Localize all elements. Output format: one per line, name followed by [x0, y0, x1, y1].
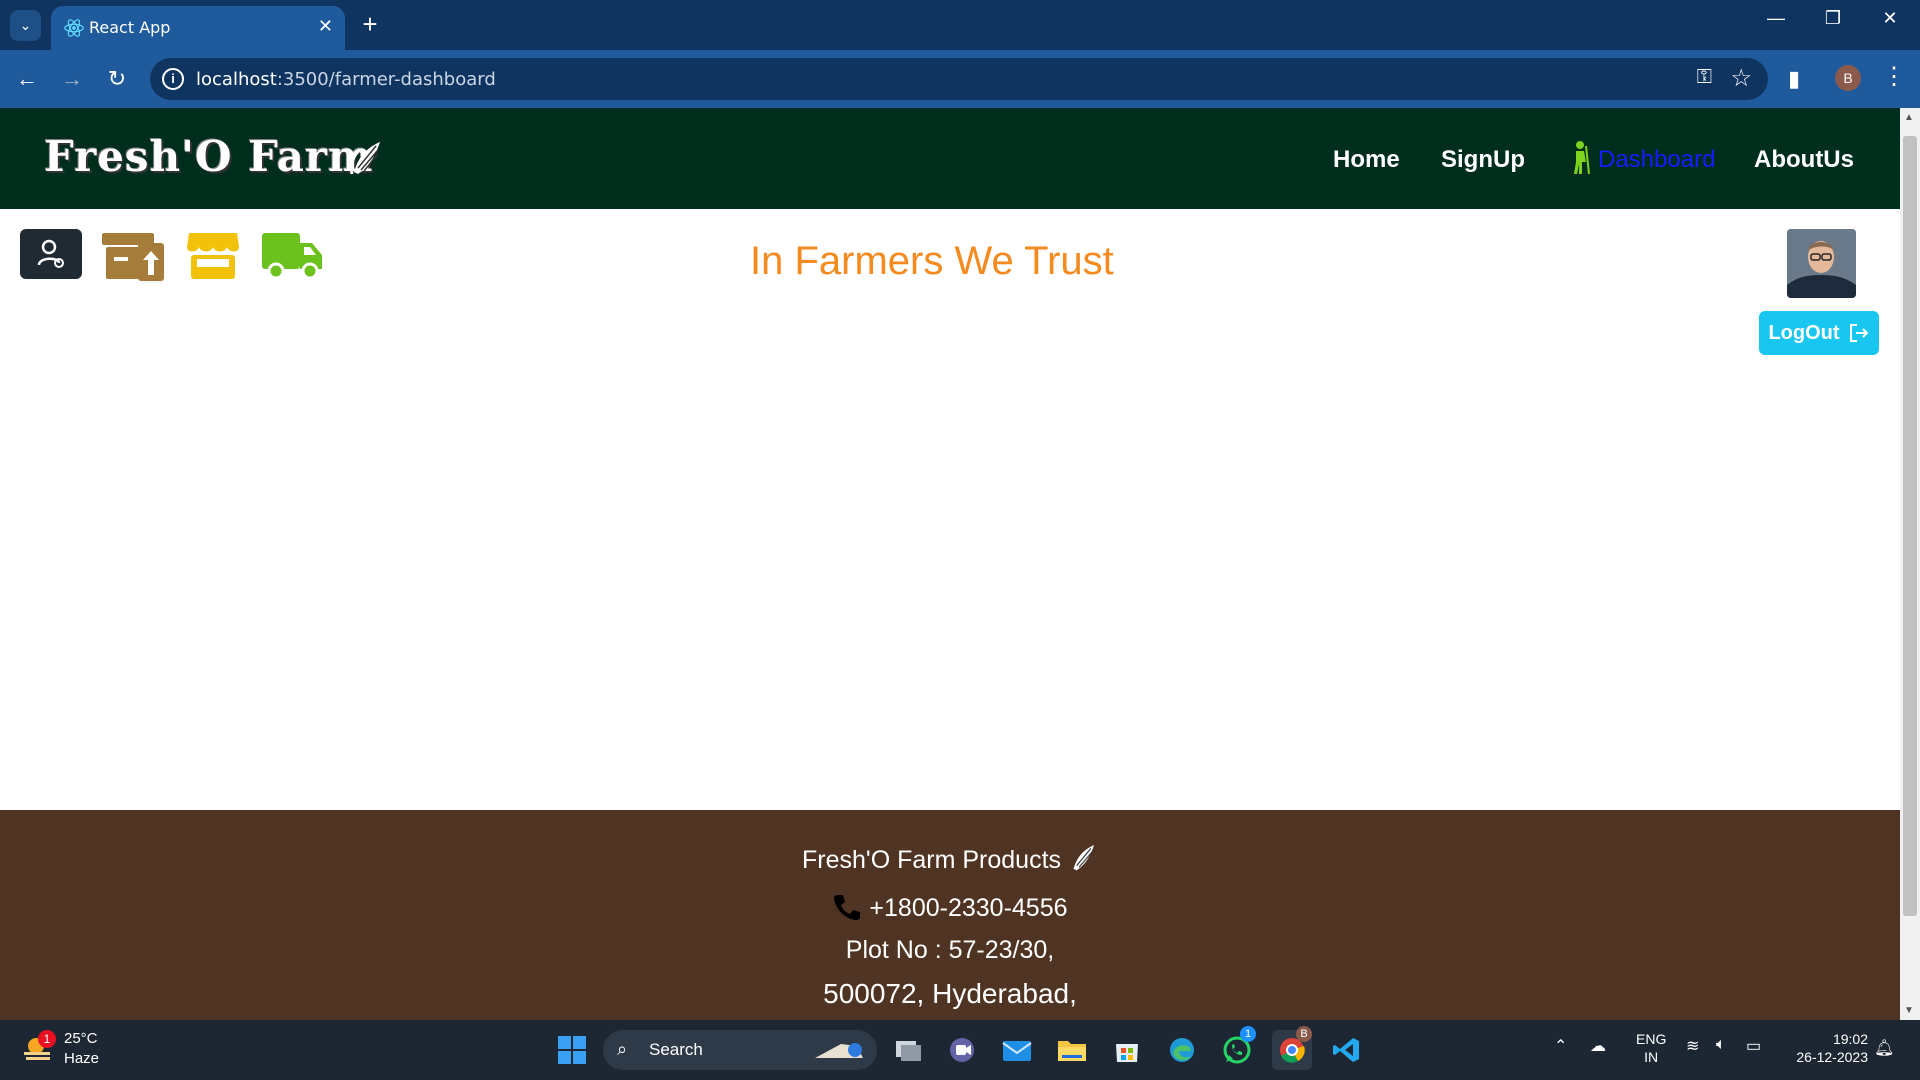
footer-company: Fresh'O Farm Products — [802, 846, 1062, 874]
mail-button[interactable] — [997, 1030, 1037, 1070]
profile-avatar[interactable]: B — [1835, 65, 1861, 91]
browser-tab-bar: ⌄ React App ✕ + — ❐ ✕ — [0, 0, 1920, 50]
tab-close-icon[interactable]: ✕ — [318, 16, 333, 37]
windows-logo-icon — [558, 1036, 586, 1064]
site-info-icon[interactable]: i — [162, 68, 184, 90]
dashboard-content: In Farmers We Trust LogOut — [0, 209, 1900, 810]
url-host: localhost — [196, 69, 277, 90]
forward-icon[interactable]: → — [55, 62, 89, 96]
logout-button[interactable]: LogOut — [1759, 311, 1879, 355]
folder-icon — [1058, 1041, 1086, 1061]
corn-icon — [350, 142, 380, 175]
app-navbar: Fresh'O Farm Home SignUp Dashboard About… — [0, 108, 1900, 209]
new-tab-button[interactable]: + — [355, 9, 385, 39]
edge-icon — [1170, 1038, 1194, 1062]
weather-badge: 1 — [38, 1030, 56, 1048]
back-icon[interactable]: ← — [10, 62, 44, 96]
onedrive-icon[interactable]: ☁ — [1590, 1036, 1606, 1056]
tab-search-button[interactable]: ⌄ — [10, 10, 41, 41]
browser-toolbar: ← → ↻ i localhost:3500/farmer-dashboard … — [0, 50, 1920, 108]
file-explorer-button[interactable] — [1052, 1030, 1092, 1070]
weather-temp: 25°C — [64, 1030, 98, 1047]
logout-icon — [1849, 324, 1868, 342]
user-settings-icon — [37, 239, 64, 268]
minimize-icon[interactable]: — — [1756, 8, 1796, 29]
tab-title: React App — [89, 18, 171, 37]
search-icon: ⌕ — [617, 1039, 628, 1059]
nav-home[interactable]: Home — [1333, 146, 1400, 174]
clock-date: 26-12-2023 — [1796, 1049, 1868, 1065]
vscode-button[interactable] — [1327, 1030, 1367, 1070]
footer-phone-row: +1800-2330-4556 — [0, 892, 1900, 923]
taskbar: 1 25°C Haze ⌕ Search 1 B ⌃ ☁ ENG IN ≋ 🔈︎… — [0, 1020, 1920, 1080]
browser-menu-icon[interactable]: ⋮ — [1882, 62, 1906, 91]
chrome-profile-badge: B — [1296, 1026, 1312, 1042]
bookmark-star-icon[interactable]: ☆ — [1730, 64, 1752, 93]
nav-aboutus[interactable]: AboutUs — [1754, 146, 1854, 174]
side-panel-icon[interactable]: ▮ — [1788, 66, 1814, 92]
volume-icon[interactable]: 🔈︎ — [1716, 1036, 1726, 1054]
footer-address-line1: Plot No : 57-23/30, — [845, 936, 1055, 964]
task-view-icon — [896, 1041, 921, 1061]
browser-tab[interactable]: React App ✕ — [51, 6, 345, 50]
notification-bell-icon[interactable]: 🔔︎ — [1874, 1038, 1894, 1058]
footer-address-line2: 500072, Hyderabad, — [823, 978, 1077, 1009]
scroll-down-icon[interactable]: ▼ — [1904, 1005, 1914, 1016]
url-path: :3500/farmer-dashboard — [276, 69, 496, 90]
delivery-truck-icon[interactable] — [260, 229, 324, 281]
battery-icon[interactable]: ▭ — [1746, 1036, 1761, 1056]
farmer-icon — [1574, 141, 1590, 175]
edge-button[interactable] — [1162, 1030, 1202, 1070]
search-highlight-icon — [815, 1043, 863, 1058]
window-close-icon[interactable]: ✕ — [1870, 8, 1910, 29]
footer-phone[interactable]: +1800-2330-4556 — [869, 894, 1067, 922]
task-view-button[interactable] — [888, 1030, 928, 1070]
react-logo-icon — [64, 19, 84, 37]
nav-dashboard[interactable]: Dashboard — [1598, 146, 1715, 174]
teams-icon — [950, 1038, 974, 1062]
clock-time: 19:02 — [1832, 1031, 1868, 1047]
user-photo-icon — [1787, 229, 1856, 298]
language-indicator[interactable]: ENG IN — [1636, 1030, 1666, 1066]
wifi-icon[interactable]: ≋ — [1686, 1036, 1699, 1056]
whatsapp-badge: 1 — [1240, 1026, 1256, 1042]
taskbar-search[interactable]: ⌕ Search — [603, 1030, 877, 1070]
tagline: In Farmers We Trust — [750, 239, 1114, 283]
start-button[interactable] — [552, 1030, 592, 1070]
upload-product-icon[interactable] — [100, 229, 166, 281]
restore-icon[interactable]: ❐ — [1813, 8, 1853, 29]
footer: Fresh'O Farm Products +1800-2330-4556 Pl… — [0, 810, 1900, 1020]
profile-settings-button[interactable] — [20, 229, 82, 279]
page-scrollbar[interactable]: ▲ ▼ — [1900, 108, 1920, 1020]
address-bar[interactable]: i localhost:3500/farmer-dashboard ⚿ ☆ — [150, 58, 1768, 100]
password-key-icon[interactable]: ⚿ — [1697, 66, 1712, 89]
scroll-thumb[interactable] — [1903, 136, 1917, 916]
scroll-up-icon[interactable]: ▲ — [1904, 112, 1914, 123]
logout-label: LogOut — [1768, 321, 1840, 344]
user-avatar[interactable] — [1787, 229, 1856, 298]
system-clock[interactable]: 19:02 26-12-2023 — [1784, 1030, 1868, 1066]
teams-button[interactable] — [942, 1030, 982, 1070]
footer-company-row: Fresh'O Farm Products — [0, 842, 1900, 875]
search-label: Search — [649, 1040, 703, 1059]
phone-icon — [834, 895, 861, 920]
microsoft-store-icon — [1116, 1044, 1138, 1062]
store-icon[interactable] — [185, 229, 241, 281]
reload-icon[interactable]: ↻ — [100, 62, 134, 96]
weather-condition: Haze — [64, 1050, 100, 1067]
nav-signup[interactable]: SignUp — [1441, 146, 1525, 174]
url-text[interactable]: localhost:3500/farmer-dashboard — [196, 69, 496, 90]
mail-icon — [1002, 1041, 1032, 1061]
vscode-icon — [1333, 1038, 1359, 1062]
brand-logo[interactable]: Fresh'O Farm — [44, 132, 373, 181]
tray-overflow-icon[interactable]: ⌃ — [1554, 1036, 1567, 1056]
footer-corn-icon — [1073, 845, 1095, 871]
lang-line2: IN — [1644, 1049, 1659, 1065]
lang-line1: ENG — [1636, 1031, 1667, 1047]
store-app-button[interactable] — [1107, 1030, 1147, 1070]
